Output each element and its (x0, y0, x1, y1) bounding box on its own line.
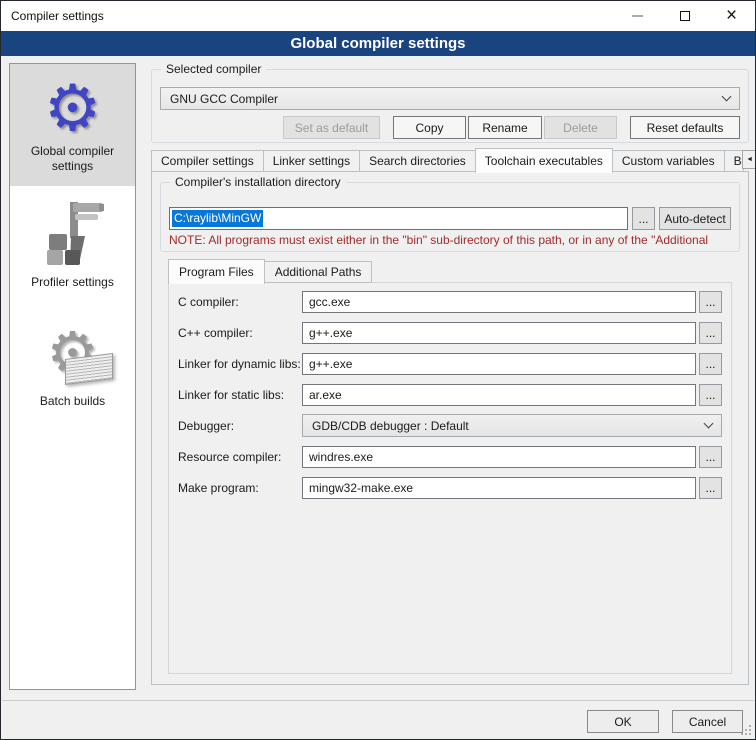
gear-stack-icon: ⚙ (31, 322, 115, 394)
field-label: Debugger: (178, 419, 302, 433)
field-label: Linker for dynamic libs: (178, 357, 302, 371)
footer-separator (2, 700, 754, 701)
row-debugger: Debugger: GDB/CDB debugger : Default (178, 414, 722, 437)
linker-static-browse-button[interactable]: ... (699, 384, 722, 406)
linker-dynamic-input[interactable] (302, 353, 696, 375)
tab-scroll-left-button[interactable]: ◄ (742, 150, 756, 169)
compiler-select[interactable]: GNU GCC Compiler (160, 87, 740, 110)
tab-build-options[interactable]: Build options (724, 150, 744, 172)
resize-grip[interactable] (741, 725, 751, 735)
row-linker-dynamic: Linker for dynamic libs: ... (178, 352, 722, 375)
installation-directory-input[interactable]: C:\raylib\MinGW (169, 207, 628, 230)
close-icon: × (726, 11, 737, 21)
sidebar-item-label: Global compiler settings (21, 144, 125, 174)
page-title: Global compiler settings (290, 35, 465, 52)
main-content: Selected compiler GNU GCC Compiler Set a… (151, 63, 749, 691)
settings-category-list: ⚙ Global compiler settings Profiler sett… (9, 63, 136, 690)
row-make-program: Make program: ... (178, 476, 722, 499)
browse-directory-button[interactable]: ... (632, 207, 655, 230)
reset-defaults-button[interactable]: Reset defaults (630, 116, 740, 139)
tab-compiler-settings[interactable]: Compiler settings (151, 150, 264, 172)
tab-additional-paths[interactable]: Additional Paths (264, 261, 373, 283)
compiler-settings-dialog: Compiler settings × Global compiler sett… (0, 0, 756, 740)
tab-search-directories[interactable]: Search directories (359, 150, 476, 172)
program-rows: C compiler: ... C++ compiler: ... (169, 283, 731, 499)
group-label: Compiler's installation directory (170, 175, 346, 189)
settings-tabstrip: Compiler settings Linker settings Search… (151, 147, 749, 172)
cancel-button[interactable]: Cancel (672, 710, 743, 733)
caliper-icon (37, 198, 109, 275)
resource-compiler-browse-button[interactable]: ... (699, 446, 722, 468)
row-resource-compiler: Resource compiler: ... (178, 445, 722, 468)
tab-scroll-buttons: ◄ ► (743, 150, 756, 169)
sidebar-item-label: Batch builds (21, 394, 125, 409)
debugger-select-value: GDB/CDB debugger : Default (312, 419, 469, 433)
minimize-icon (632, 15, 643, 17)
make-program-input[interactable] (302, 477, 696, 499)
selected-compiler-group: Selected compiler GNU GCC Compiler Set a… (151, 69, 749, 143)
tab-scroll-left-icon: ◄ (746, 156, 753, 163)
tab-custom-variables[interactable]: Custom variables (612, 150, 725, 172)
tab-toolchain-executables[interactable]: Toolchain executables (475, 148, 613, 173)
row-c-compiler: C compiler: ... (178, 290, 722, 313)
minimize-button[interactable] (614, 1, 661, 31)
maximize-icon (680, 11, 690, 21)
sidebar-item-profiler-settings[interactable]: Profiler settings (10, 186, 135, 300)
toolchain-executables-panel: Compiler's installation directory C:\ray… (151, 171, 749, 685)
tab-program-files[interactable]: Program Files (168, 259, 265, 284)
dialog-header: Global compiler settings (1, 31, 755, 56)
field-label: C++ compiler: (178, 326, 302, 340)
title-bar: Compiler settings × (1, 1, 755, 31)
debugger-select[interactable]: GDB/CDB debugger : Default (302, 414, 722, 437)
delete-button[interactable]: Delete (544, 116, 617, 139)
c-compiler-input[interactable] (302, 291, 696, 313)
sidebar-item-global-compiler-settings[interactable]: ⚙ Global compiler settings (10, 64, 135, 186)
field-label: C compiler: (178, 295, 302, 309)
maximize-button[interactable] (661, 1, 708, 31)
sidebar-item-label: Profiler settings (21, 275, 125, 290)
tab-linker-settings[interactable]: Linker settings (263, 150, 360, 172)
compiler-select-value: GNU GCC Compiler (170, 92, 278, 106)
gear-blue-icon: ⚙ (44, 72, 101, 144)
copy-button[interactable]: Copy (393, 116, 466, 139)
group-label: Selected compiler (161, 62, 266, 76)
window-title: Compiler settings (11, 9, 104, 23)
linker-static-input[interactable] (302, 384, 696, 406)
installation-directory-row: C:\raylib\MinGW ... Auto-detect (169, 207, 731, 230)
row-linker-static: Linker for static libs: ... (178, 383, 722, 406)
compiler-actions: Set as default Copy Rename Delete Reset … (160, 116, 740, 139)
window-controls: × (614, 1, 755, 31)
field-label: Resource compiler: (178, 450, 302, 464)
auto-detect-button[interactable]: Auto-detect (659, 207, 731, 230)
linker-dynamic-browse-button[interactable]: ... (699, 353, 722, 375)
cpp-compiler-browse-button[interactable]: ... (699, 322, 722, 344)
installation-directory-value: C:\raylib\MinGW (172, 210, 263, 227)
chevron-down-icon (722, 92, 732, 102)
rename-button[interactable]: Rename (468, 116, 542, 139)
sidebar-item-batch-builds[interactable]: ⚙ Batch builds (10, 300, 135, 419)
field-label: Make program: (178, 481, 302, 495)
program-files-tabstrip: Program Files Additional Paths (168, 258, 371, 283)
row-cpp-compiler: C++ compiler: ... (178, 321, 722, 344)
make-program-browse-button[interactable]: ... (699, 477, 722, 499)
program-files-panel: C compiler: ... C++ compiler: ... (168, 282, 732, 674)
chevron-down-icon (704, 419, 714, 429)
note-text: NOTE: All programs must exist either in … (169, 233, 739, 247)
c-compiler-browse-button[interactable]: ... (699, 291, 722, 313)
field-label: Linker for static libs: (178, 388, 302, 402)
cpp-compiler-input[interactable] (302, 322, 696, 344)
installation-directory-group: Compiler's installation directory C:\ray… (160, 182, 740, 252)
set-as-default-button[interactable]: Set as default (283, 116, 380, 139)
close-button[interactable]: × (708, 1, 755, 31)
ok-button[interactable]: OK (587, 710, 659, 733)
resource-compiler-input[interactable] (302, 446, 696, 468)
